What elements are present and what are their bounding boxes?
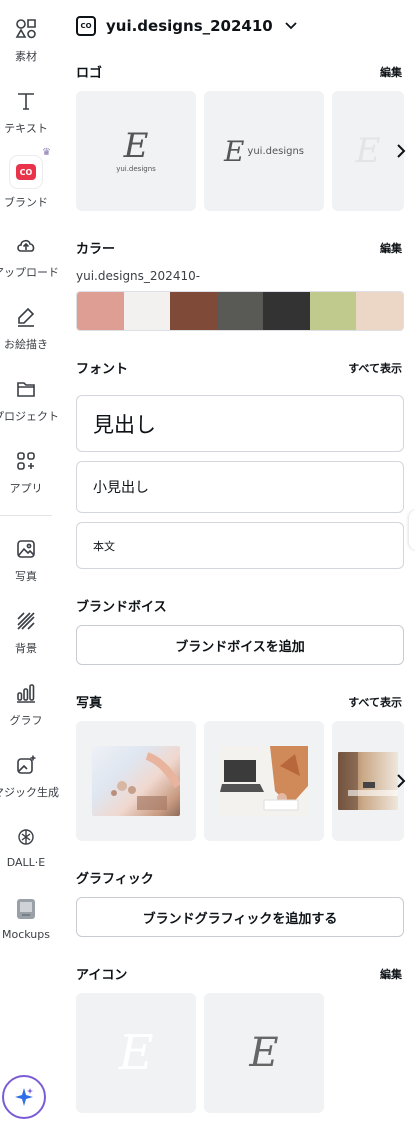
rail-item-upload[interactable]: アップロード [0, 232, 59, 280]
rail-label: 背景 [15, 642, 37, 655]
panel-collapse-handle[interactable] [409, 510, 415, 550]
logo-tile[interactable]: E yui.designs [204, 91, 324, 211]
color-swatch[interactable] [263, 292, 310, 330]
photo-icon [13, 536, 39, 562]
add-brand-graphic-button[interactable]: ブランドグラフィックを追加する [76, 897, 404, 937]
rail-item-projects[interactable]: プロジェクト [0, 376, 59, 424]
color-swatch[interactable] [77, 292, 124, 330]
rail-label: マジック生成 [0, 786, 59, 799]
photos-title: 写真 [76, 696, 103, 711]
rail-item-photos[interactable]: 写真 [0, 536, 52, 584]
photo-image [92, 746, 182, 816]
rail-item-mockups[interactable]: Mockups [0, 896, 52, 941]
logo-image: E yui.designs [116, 126, 156, 173]
brand-voice-title: ブランドボイス [76, 600, 167, 615]
color-swatch[interactable] [170, 292, 217, 330]
brand-kit-name: yui.designs_202410 [106, 17, 273, 35]
color-palette [76, 291, 404, 331]
magic-media-icon [13, 752, 39, 778]
logos-edit-link[interactable]: 編集 [380, 64, 402, 80]
chevron-down-icon [285, 19, 297, 34]
rail-item-magic-media[interactable]: マジック生成 [0, 752, 59, 800]
rail-item-text[interactable]: テキスト [0, 88, 52, 136]
rail-item-elements[interactable]: 素材 [0, 16, 52, 64]
colors-edit-link[interactable]: 編集 [380, 240, 402, 256]
logo-image: E yui.designs [223, 134, 305, 168]
palette-name: yui.designs_202410- [76, 269, 201, 283]
background-icon [13, 608, 39, 634]
chevron-right-icon[interactable] [388, 768, 414, 794]
rail-item-brand[interactable]: CO ♛ ブランド [0, 147, 52, 210]
icon-tile[interactable]: E [204, 993, 324, 1113]
color-swatch[interactable] [309, 292, 357, 330]
font-subheading-box[interactable]: 小見出し [76, 461, 404, 513]
color-swatch[interactable] [123, 292, 171, 330]
rail-item-backgrounds[interactable]: 背景 [0, 608, 52, 656]
icons-edit-link[interactable]: 編集 [380, 966, 402, 982]
rail-item-dalle[interactable]: DALL·E [0, 824, 52, 869]
photo-tile[interactable] [76, 721, 196, 841]
photo-tile[interactable] [204, 721, 324, 841]
rail-label: お絵描き [4, 338, 48, 351]
add-brand-voice-button[interactable]: ブランドボイスを追加 [76, 625, 404, 665]
elements-icon [13, 16, 39, 42]
rail-label: アップロード [0, 266, 59, 279]
brand-kit-logo: CO [76, 16, 96, 36]
photos-show-all-link[interactable]: すべて表示 [348, 694, 402, 710]
magic-assistant-button[interactable] [2, 1075, 46, 1119]
rail-label: グラフ [9, 714, 43, 727]
logos-title: ロゴ [76, 66, 103, 81]
apps-icon [13, 448, 39, 474]
chart-icon [13, 680, 39, 706]
logo-tile[interactable]: E yui.designs [76, 91, 196, 211]
rail-label: アプリ [9, 482, 43, 495]
crown-icon: ♛ [42, 147, 51, 158]
rail-divider [0, 515, 52, 516]
rail-label: Mockups [2, 928, 50, 941]
rail-label: プロジェクト [0, 410, 59, 423]
mockups-icon [13, 896, 39, 922]
color-swatch[interactable] [216, 292, 264, 330]
brand-kit-selector[interactable]: CO yui.designs_202410 [76, 16, 297, 36]
side-rail: 素材 テキスト CO ♛ ブランド アップロード お絵 [0, 0, 59, 1132]
rail-label: 写真 [15, 570, 37, 583]
graphics-title: グラフィック [76, 872, 154, 887]
rail-item-apps[interactable]: アプリ [0, 448, 52, 496]
font-body-box[interactable]: 本文 [76, 522, 404, 569]
sparkle-icon [15, 1088, 33, 1106]
draw-icon [13, 304, 39, 330]
icon-image: E [249, 1030, 279, 1076]
rail-label: テキスト [4, 122, 48, 135]
photo-image [220, 746, 308, 816]
icon-tile[interactable]: E [76, 993, 196, 1113]
icons-title: アイコン [76, 968, 128, 983]
dalle-icon [13, 824, 39, 850]
font-heading-box[interactable]: 見出し [76, 395, 404, 452]
rail-item-charts[interactable]: グラフ [0, 680, 52, 728]
fonts-title: フォント [76, 362, 129, 377]
brand-badge: CO [16, 164, 36, 180]
icon-image: E [118, 1025, 154, 1081]
chevron-right-icon[interactable] [388, 138, 414, 164]
fonts-show-all-link[interactable]: すべて表示 [348, 360, 402, 376]
rail-label: DALL·E [6, 856, 46, 869]
rail-item-draw[interactable]: お絵描き [0, 304, 52, 352]
brand-icon: CO ♛ [10, 147, 51, 188]
text-icon [13, 88, 39, 114]
rail-label: 素材 [15, 50, 37, 63]
rail-label: ブランド [4, 196, 48, 209]
color-swatch[interactable] [356, 292, 403, 330]
upload-cloud-icon [13, 232, 39, 258]
colors-title: カラー [76, 242, 116, 257]
folder-icon [13, 376, 39, 402]
logo-image: E [355, 131, 381, 171]
